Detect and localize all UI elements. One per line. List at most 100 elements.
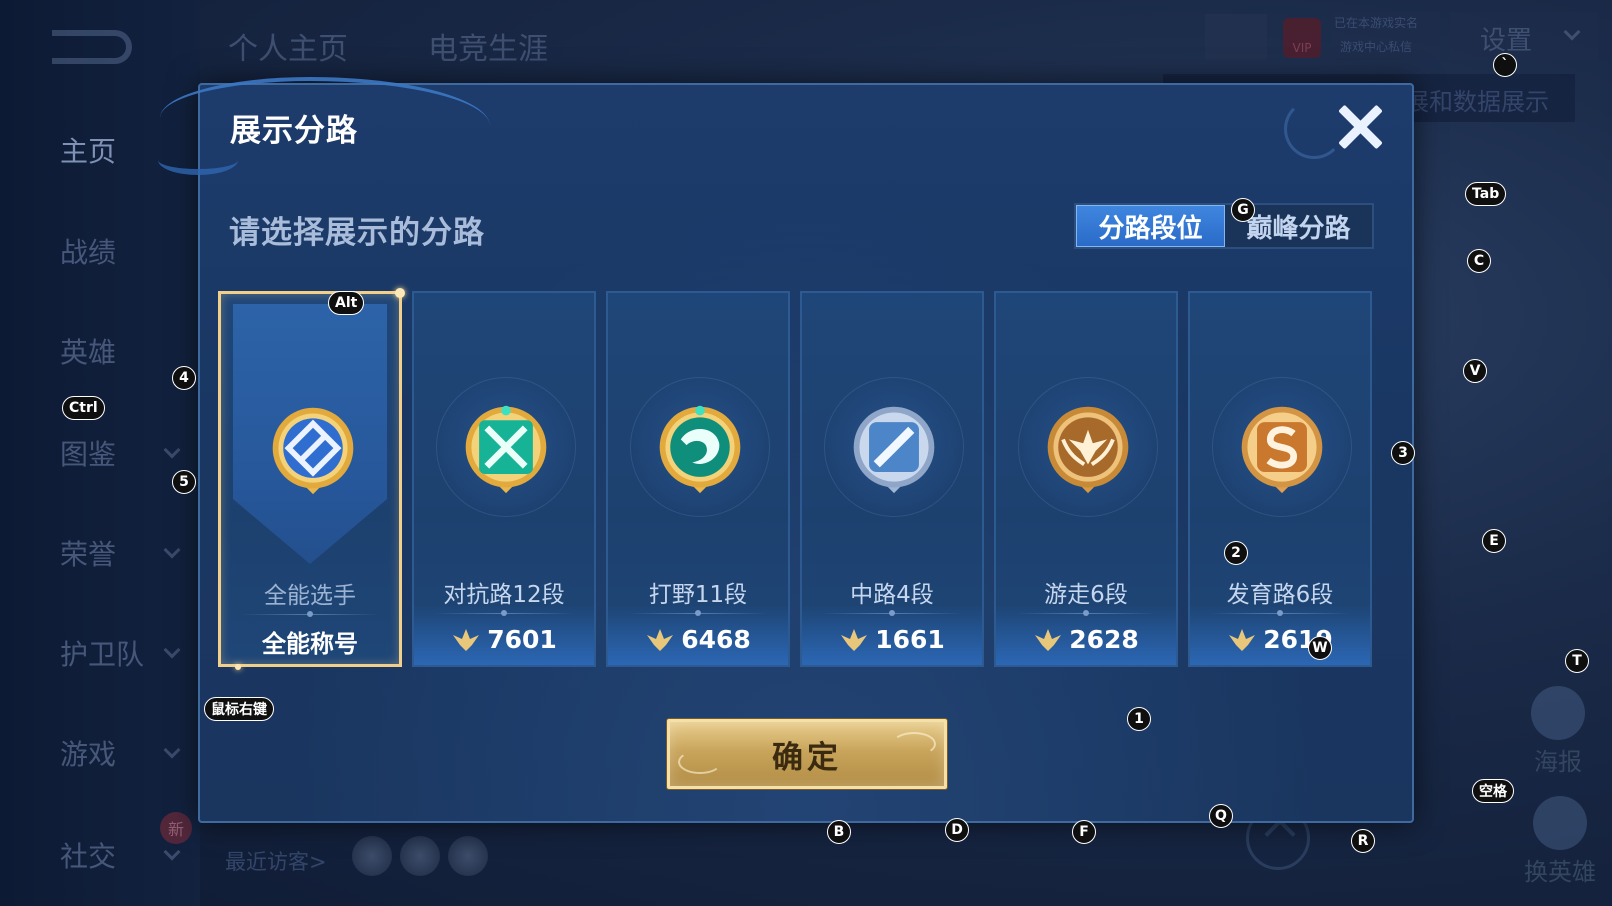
lane-name: 发育路6段 bbox=[1226, 582, 1334, 608]
hotkey-badge-1: 1 bbox=[1127, 707, 1151, 731]
poster-label: 海报 bbox=[1534, 748, 1582, 776]
hotkey-badge-f: F bbox=[1072, 820, 1096, 844]
lane-card-roam[interactable]: 游走6段 2628 bbox=[994, 291, 1178, 667]
sidebar-item-label: 主页 bbox=[60, 135, 117, 168]
status-text: 已在本游戏实名 bbox=[1334, 16, 1419, 30]
chevron-down-icon bbox=[163, 741, 181, 759]
lane-card-mid[interactable]: 中路4段 1661 bbox=[800, 291, 984, 667]
sidebar-item-heroes[interactable]: 英雄 bbox=[0, 326, 200, 376]
settings-button[interactable]: 设置 bbox=[1450, 12, 1598, 60]
hotkey-badge-4: 4 bbox=[172, 366, 196, 390]
visitor-avatar[interactable] bbox=[448, 836, 488, 876]
score-value: 1661 bbox=[875, 625, 945, 654]
game-screen: 主页 战绩 英雄 图鉴 荣誉 护卫队 游戏 社交 新 个人主页 电竞生涯 VIP… bbox=[0, 0, 1612, 906]
sidebar-item-label: 游戏 bbox=[60, 738, 117, 771]
divider bbox=[1210, 610, 1350, 616]
change-hero-button[interactable]: 换英雄 bbox=[1518, 796, 1602, 887]
avatar[interactable] bbox=[1205, 14, 1267, 60]
divider bbox=[628, 610, 768, 616]
hotkey-badge-d: D bbox=[945, 818, 969, 842]
hotkey-badge-v: V bbox=[1463, 359, 1487, 383]
status-text: 游戏中心私信 bbox=[1340, 40, 1413, 54]
hotkey-badge-b: B bbox=[827, 820, 851, 844]
sidebar-item-record[interactable]: 战绩 bbox=[0, 226, 200, 276]
hotkey-badge-space: 空格 bbox=[1472, 779, 1514, 803]
decoration bbox=[395, 288, 405, 298]
all-round-emblem-icon bbox=[272, 407, 354, 495]
divider bbox=[822, 610, 962, 616]
visitor-avatar[interactable] bbox=[352, 836, 392, 876]
lane-card-clash[interactable]: 对抗路12段 7601 bbox=[412, 291, 596, 667]
tab-esports-career[interactable]: 电竞生涯 bbox=[428, 24, 548, 68]
chevron-down-icon bbox=[1563, 23, 1581, 41]
jungle-emblem-icon bbox=[659, 405, 741, 494]
divider bbox=[1016, 610, 1156, 616]
chevron-down-icon bbox=[163, 641, 181, 659]
sidebar-item-codex[interactable]: 图鉴 bbox=[0, 428, 200, 478]
dialog-prompt: 请选择展示的分路 bbox=[229, 215, 485, 251]
visitor-avatar[interactable] bbox=[400, 836, 440, 876]
lane-card-jungle[interactable]: 打野11段 6468 bbox=[606, 291, 790, 667]
display-lane-dialog: 展示分路 请选择展示的分路 分路段位 巅峰分路 全能选手 全能称号 对抗路12段… bbox=[158, 77, 1414, 823]
hotkey-badge-g: G bbox=[1231, 198, 1255, 222]
sidebar-item-label: 战绩 bbox=[60, 236, 117, 269]
tab-personal-home[interactable]: 个人主页 bbox=[228, 24, 348, 68]
sidebar-item-guard[interactable]: 护卫队 bbox=[0, 628, 200, 678]
hotkey-badge-t: T bbox=[1565, 649, 1589, 673]
close-icon[interactable] bbox=[1335, 102, 1385, 152]
back-icon[interactable] bbox=[52, 30, 132, 64]
peak-score-icon bbox=[647, 628, 674, 651]
sidebar-item-games[interactable]: 游戏 bbox=[0, 728, 200, 778]
confirm-button[interactable]: 确定 bbox=[667, 719, 947, 789]
poster-icon bbox=[1531, 686, 1585, 740]
lane-name: 游走6段 bbox=[1044, 582, 1128, 608]
settings-label: 设置 bbox=[1480, 26, 1533, 56]
peak-score-icon bbox=[1035, 628, 1062, 651]
hotkey-badge-ctrl: Ctrl bbox=[62, 396, 105, 420]
hotkey-badge-c: C bbox=[1467, 249, 1491, 273]
sidebar-item-label: 社交 bbox=[60, 840, 117, 873]
tab-lane-rank[interactable]: 分路段位 bbox=[1076, 205, 1225, 247]
hotkey-badge-e: E bbox=[1482, 529, 1506, 553]
lane-score: 1661 bbox=[802, 625, 982, 654]
change-hero-label: 换英雄 bbox=[1524, 858, 1596, 886]
hotkey-badge-tab: Tab bbox=[1465, 182, 1507, 206]
sidebar-item-label: 英雄 bbox=[60, 336, 117, 369]
clash-lane-emblem-icon bbox=[465, 405, 547, 494]
decoration bbox=[158, 145, 238, 175]
lane-name: 打野11段 bbox=[648, 582, 748, 608]
chevron-down-icon bbox=[163, 843, 181, 861]
score-value: 6468 bbox=[681, 625, 751, 654]
lane-score: 2628 bbox=[996, 625, 1176, 654]
sidebar-item-label: 图鉴 bbox=[60, 438, 117, 471]
lane-card-farm[interactable]: 发育路6段 2619 bbox=[1188, 291, 1372, 667]
hotkey-badge-right-click: 鼠标右键 bbox=[204, 697, 274, 721]
peak-score-icon bbox=[841, 628, 868, 651]
peak-score-icon bbox=[1229, 628, 1256, 651]
hotkey-badge-r: R bbox=[1351, 829, 1375, 853]
score-value: 7601 bbox=[487, 625, 557, 654]
divider bbox=[434, 610, 574, 616]
status-box: 已在本游戏实名 游戏中心私信 bbox=[1332, 12, 1440, 60]
roam-emblem-icon bbox=[1047, 406, 1129, 494]
hotkey-badge-2: 2 bbox=[1224, 541, 1248, 565]
mid-lane-emblem-icon bbox=[853, 406, 935, 494]
lane-name: 中路4段 bbox=[850, 582, 934, 608]
sidebar-item-honor[interactable]: 荣誉 bbox=[0, 528, 200, 578]
sidebar-item-label: 护卫队 bbox=[60, 638, 145, 671]
dialog-title: 展示分路 bbox=[230, 113, 358, 149]
lane-score: 6468 bbox=[608, 625, 788, 654]
hotkey-badge-3: 3 bbox=[1391, 441, 1415, 465]
decoration bbox=[235, 664, 241, 670]
chevron-down-icon bbox=[163, 541, 181, 559]
hotkey-badge-alt: Alt bbox=[328, 291, 365, 315]
new-badge: 新 bbox=[160, 812, 192, 844]
lane-name: 全能选手 bbox=[264, 583, 356, 609]
lane-card-all-round[interactable]: 全能选手 全能称号 bbox=[218, 288, 405, 670]
lane-tab-group: 分路段位 巅峰分路 bbox=[1074, 203, 1374, 249]
divider bbox=[241, 611, 379, 617]
recent-visitors-label[interactable]: 最近访客> bbox=[225, 846, 327, 876]
poster-button[interactable]: 海报 bbox=[1528, 686, 1588, 777]
hotkey-badge-q: Q bbox=[1209, 804, 1233, 828]
chevron-down-icon bbox=[163, 441, 181, 459]
